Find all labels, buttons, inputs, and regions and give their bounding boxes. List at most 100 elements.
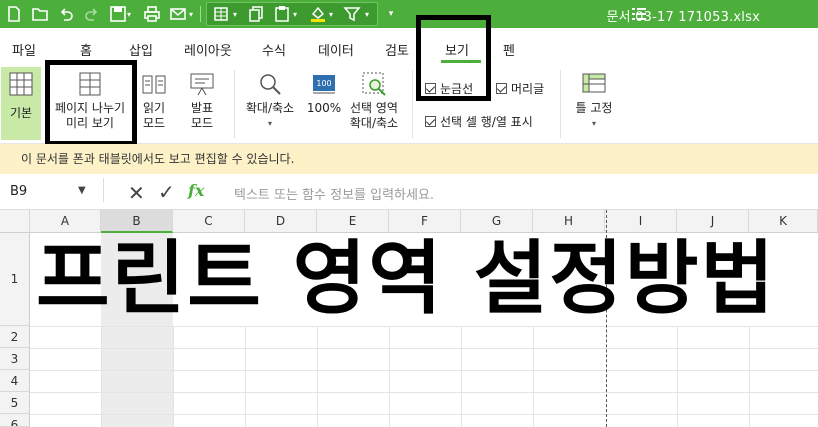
zoom-selection-button[interactable]: 선택 영역 확대/축소: [344, 71, 404, 131]
normal-view-label: 기본: [9, 106, 33, 120]
zoom-100-icon-text: 100: [316, 79, 331, 88]
customize-icon[interactable]: ▾: [384, 4, 398, 24]
grid-line: [389, 326, 390, 427]
row-header-2[interactable]: 2: [0, 326, 30, 348]
highlight-row-col-checkbox[interactable]: 선택 셀 행/열 표시: [425, 113, 533, 130]
confirm-icon[interactable]: ✓: [158, 180, 175, 204]
page-break-preview-icon: [79, 72, 101, 96]
tab-pen[interactable]: 펜: [503, 40, 515, 59]
grid-line: [30, 348, 818, 349]
formula-input[interactable]: 텍스트 또는 함수 정보를 입력하세요.: [234, 184, 434, 203]
column-header-j[interactable]: J: [677, 210, 749, 233]
cell-a1-text[interactable]: 프린트 영역 설정방법: [36, 231, 776, 327]
function-icon[interactable]: fx: [188, 181, 204, 200]
fill-color-icon[interactable]: [308, 4, 328, 24]
column-header-c[interactable]: C: [173, 210, 245, 233]
select-all-corner[interactable]: [0, 210, 30, 233]
ribbon-divider: [234, 70, 235, 138]
column-header-b[interactable]: B: [101, 210, 173, 233]
zoom-100-label: 100%: [306, 101, 342, 115]
row-header-5[interactable]: 5: [0, 392, 30, 414]
page-break-preview-label-1: 페이지 나누기: [54, 101, 126, 115]
cancel-icon[interactable]: ✕: [128, 181, 145, 205]
grid-line: [101, 326, 102, 427]
freeze-panes-label: 틀 고정: [575, 101, 613, 115]
paste-icon[interactable]: [272, 4, 292, 24]
grid-line: [30, 392, 818, 393]
read-mode-label-2: 모드: [142, 116, 166, 130]
tab-insert[interactable]: 삽입: [129, 40, 153, 59]
zoom-100-icon: 100: [313, 75, 335, 94]
column-header-a[interactable]: A: [30, 210, 101, 233]
name-box-dropdown[interactable]: ▼: [78, 185, 86, 196]
tab-formulas[interactable]: 수식: [262, 40, 286, 59]
undo-icon[interactable]: [56, 4, 76, 24]
column-header-g[interactable]: G: [461, 210, 533, 233]
column-header-k[interactable]: K: [749, 210, 818, 233]
new-doc-icon[interactable]: [4, 4, 24, 24]
page-break-preview-button[interactable]: 페이지 나누기 미리 보기: [50, 71, 130, 131]
chevron-down-icon[interactable]: ▾: [124, 4, 134, 24]
name-box[interactable]: B9: [10, 184, 27, 199]
tab-review[interactable]: 검토: [385, 40, 409, 59]
redo-icon[interactable]: [82, 4, 102, 24]
chevron-down-icon[interactable]: ▾: [186, 4, 196, 24]
grid-line: [173, 326, 174, 427]
highlight-row-col-label: 선택 셀 행/열 표시: [440, 115, 533, 129]
tab-view[interactable]: 보기: [445, 40, 469, 59]
open-folder-icon[interactable]: [30, 4, 50, 24]
filter-icon[interactable]: [342, 4, 362, 24]
column-header-h[interactable]: H: [533, 210, 605, 233]
gridlines-checkbox[interactable]: 눈금선: [425, 80, 473, 97]
chevron-down-icon[interactable]: ▾: [242, 116, 298, 131]
column-header-d[interactable]: D: [245, 210, 317, 233]
checkbox-checked-icon: [496, 83, 507, 94]
email-icon[interactable]: [168, 4, 188, 24]
grid-line: [461, 326, 462, 427]
column-header-i[interactable]: I: [605, 210, 677, 233]
spreadsheet-grid: A B C D E F G H I J K 1 2 3 4 5 6 프린트 영역…: [0, 210, 818, 427]
zoom-button[interactable]: 확대/축소 ▾: [242, 71, 298, 131]
column-header-f[interactable]: F: [389, 210, 461, 233]
row-header-3[interactable]: 3: [0, 348, 30, 370]
read-mode-label-1: 읽기: [142, 101, 166, 115]
grid-line: [30, 370, 818, 371]
formula-divider: [103, 178, 104, 202]
page-break-preview-label-2: 미리 보기: [66, 116, 114, 130]
chevron-down-icon[interactable]: ▾: [362, 4, 372, 24]
formula-bar: B9 ▼ ✕ ✓ fx 텍스트 또는 함수 정보를 입력하세요.: [0, 174, 818, 210]
chevron-down-icon[interactable]: ▾: [230, 4, 240, 24]
freeze-panes-button[interactable]: 틀 고정 ▾: [568, 71, 620, 131]
chevron-down-icon[interactable]: ▾: [326, 4, 336, 24]
normal-view-button[interactable]: 기본: [2, 71, 40, 121]
column-header-e[interactable]: E: [317, 210, 389, 233]
row-header-4[interactable]: 4: [0, 370, 30, 392]
book-icon: [142, 75, 166, 94]
grid-line: [30, 414, 818, 415]
tab-home[interactable]: 홈: [80, 40, 92, 59]
tab-file[interactable]: 파일: [12, 40, 36, 59]
magnifier-icon: [260, 74, 281, 95]
tab-data[interactable]: 데이터: [318, 40, 354, 59]
table-format-icon[interactable]: [212, 4, 232, 24]
presentation-mode-button[interactable]: 발표 모드: [184, 71, 220, 131]
read-mode-button[interactable]: 읽기 모드: [136, 71, 172, 131]
title-bar: ▾ ▾ ▾ ▾ ▾ ▾ ▾ 문서 03-17 171053.xlsx: [0, 0, 818, 28]
row-header-6[interactable]: 6: [0, 414, 30, 427]
headings-label: 머리글: [511, 82, 545, 96]
print-icon[interactable]: [142, 4, 162, 24]
tab-layout[interactable]: 레이아웃: [184, 40, 232, 59]
grid-line: [317, 326, 318, 427]
headings-checkbox[interactable]: 머리글: [496, 80, 544, 97]
grid-line: [533, 326, 534, 427]
zoom-selection-label-1: 선택 영역: [350, 101, 398, 115]
copy-format-icon[interactable]: [246, 4, 266, 24]
chevron-down-icon[interactable]: ▾: [568, 116, 620, 131]
ribbon: 기본 페이지 나누기 미리 보기 읽기 모드 발표 모드 확대/축소 ▾ 100…: [0, 64, 818, 144]
active-tab-indicator: [441, 60, 481, 63]
ribbon-divider: [560, 70, 561, 138]
chevron-down-icon[interactable]: ▾: [290, 4, 300, 24]
zoom-100-button[interactable]: 100 100%: [304, 71, 344, 116]
row-header-1[interactable]: 1: [0, 233, 30, 326]
ribbon-divider: [412, 70, 413, 138]
